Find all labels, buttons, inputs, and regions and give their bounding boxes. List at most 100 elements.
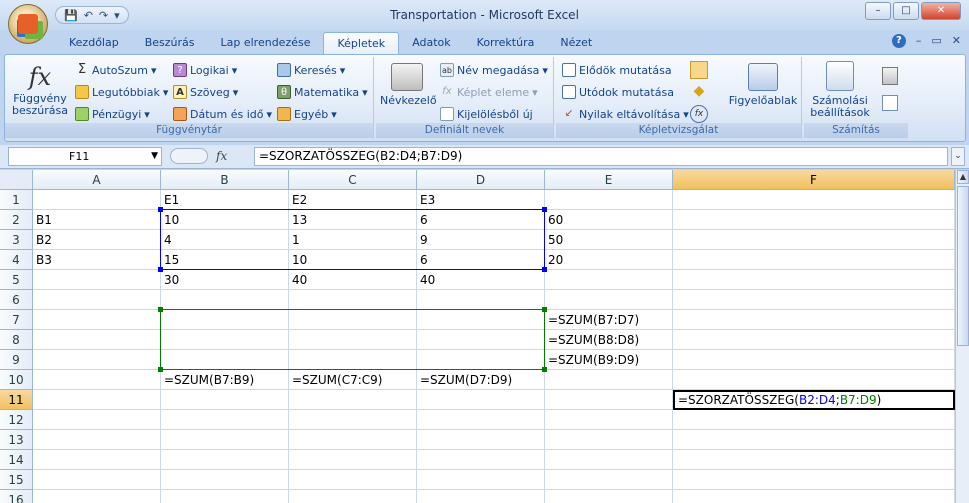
- cell-b1[interactable]: E1: [161, 190, 289, 210]
- cell-f13[interactable]: [673, 430, 955, 450]
- cell-a3[interactable]: B2: [33, 230, 161, 250]
- cell-c6[interactable]: [289, 290, 417, 310]
- cell-d7[interactable]: [417, 310, 545, 330]
- row-header-13[interactable]: 13: [0, 430, 33, 450]
- active-cell-f11[interactable]: =SZORZATÖSSZEG(B2:D4;B7:D9): [673, 390, 955, 410]
- vertical-scrollbar[interactable]: ▲: [955, 170, 969, 503]
- cell-e15[interactable]: [545, 470, 673, 490]
- cell-c9[interactable]: [289, 350, 417, 370]
- cell-f8[interactable]: [673, 330, 955, 350]
- cell-e10[interactable]: [545, 370, 673, 390]
- row-header-7[interactable]: 7: [0, 310, 33, 330]
- cell-c3[interactable]: 1: [289, 230, 417, 250]
- cell-f9[interactable]: [673, 350, 955, 370]
- range-highlight-b7-d9-handle[interactable]: [158, 367, 163, 372]
- row-header-2[interactable]: 2: [0, 210, 33, 230]
- tab-korrektura[interactable]: Korrektúra: [464, 32, 548, 54]
- math-button[interactable]: θ Matematika ▾: [277, 85, 368, 99]
- cell-f3[interactable]: [673, 230, 955, 250]
- recent-functions-button[interactable]: Legutóbbiak ▾: [75, 85, 168, 99]
- cell-e9[interactable]: =SZUM(B9:D9): [545, 350, 673, 370]
- cell-a8[interactable]: [33, 330, 161, 350]
- row-header-11[interactable]: 11: [0, 390, 33, 410]
- cell-b3[interactable]: 4: [161, 230, 289, 250]
- cell-c10[interactable]: =SZUM(C7:C9): [289, 370, 417, 390]
- cell-f12[interactable]: [673, 410, 955, 430]
- calculate-sheet-icon[interactable]: [882, 95, 898, 111]
- cell-b15[interactable]: [161, 470, 289, 490]
- cell-e3[interactable]: 50: [545, 230, 673, 250]
- remove-arrows-button[interactable]: ↙ Nyilak eltávolítása ▾: [562, 107, 689, 121]
- name-manager-button[interactable]: Névkezelő: [380, 63, 437, 107]
- tab-beszuras[interactable]: Beszúrás: [132, 32, 208, 54]
- use-in-formula-button[interactable]: fx Képlet eleme ▾: [440, 85, 537, 99]
- select-all-button[interactable]: [0, 170, 33, 190]
- text-button[interactable]: A Szöveg ▾: [173, 85, 238, 99]
- cell-b6[interactable]: [161, 290, 289, 310]
- range-highlight-b2-d4-handle[interactable]: [542, 267, 547, 272]
- row-header-12[interactable]: 12: [0, 410, 33, 430]
- cell-f10[interactable]: [673, 370, 955, 390]
- cell-e6[interactable]: [545, 290, 673, 310]
- cell-b7[interactable]: [161, 310, 289, 330]
- range-highlight-b7-d9-handle[interactable]: [542, 307, 547, 312]
- column-header-c[interactable]: C: [289, 170, 417, 190]
- workbook-close-button[interactable]: ✕: [952, 34, 961, 48]
- range-highlight-b7-d9-handle[interactable]: [542, 367, 547, 372]
- calculation-options-button[interactable]: Számolási beállítások: [808, 61, 872, 119]
- cell-c13[interactable]: [289, 430, 417, 450]
- more-functions-button[interactable]: Egyéb ▾: [277, 107, 337, 121]
- create-from-selection-button[interactable]: Kijelölésből új: [440, 107, 533, 121]
- cell-d9[interactable]: [417, 350, 545, 370]
- cell-d13[interactable]: [417, 430, 545, 450]
- define-name-button[interactable]: ab Név megadása ▾: [440, 63, 548, 77]
- cell-f4[interactable]: [673, 250, 955, 270]
- cell-d15[interactable]: [417, 470, 545, 490]
- range-highlight-b7-d9-handle[interactable]: [158, 307, 163, 312]
- cell-c1[interactable]: E2: [289, 190, 417, 210]
- show-formulas-button[interactable]: [690, 61, 708, 79]
- formula-bar-handle[interactable]: [170, 148, 208, 164]
- cell-e5[interactable]: [545, 270, 673, 290]
- cell-b12[interactable]: [161, 410, 289, 430]
- cell-d4[interactable]: 6: [417, 250, 545, 270]
- column-header-d[interactable]: D: [417, 170, 545, 190]
- cell-b11[interactable]: [161, 390, 289, 410]
- trace-dependents-button[interactable]: Utódok mutatása: [562, 85, 674, 99]
- cell-b4[interactable]: 15: [161, 250, 289, 270]
- tab-nezet[interactable]: Nézet: [547, 32, 605, 54]
- cell-a14[interactable]: [33, 450, 161, 470]
- cell-b5[interactable]: 30: [161, 270, 289, 290]
- cell-a5[interactable]: [33, 270, 161, 290]
- cell-f1[interactable]: [673, 190, 955, 210]
- chevron-down-icon[interactable]: ▼: [151, 148, 158, 165]
- office-button[interactable]: [8, 4, 48, 44]
- cell-f16[interactable]: [673, 490, 955, 503]
- cell-d11[interactable]: [417, 390, 545, 410]
- cell-d10[interactable]: =SZUM(D7:D9): [417, 370, 545, 390]
- tab-kepletek[interactable]: Képletek: [323, 32, 400, 54]
- calculate-now-icon[interactable]: [882, 67, 898, 85]
- tab-kezdolap[interactable]: Kezdőlap: [56, 32, 132, 54]
- cell-a11[interactable]: [33, 390, 161, 410]
- minimize-button[interactable]: –: [865, 2, 891, 20]
- cell-d16[interactable]: [417, 490, 545, 503]
- cell-a16[interactable]: [33, 490, 161, 503]
- row-header-3[interactable]: 3: [0, 230, 33, 250]
- cell-f2[interactable]: [673, 210, 955, 230]
- row-header-9[interactable]: 9: [0, 350, 33, 370]
- row-header-5[interactable]: 5: [0, 270, 33, 290]
- cell-c11[interactable]: [289, 390, 417, 410]
- trace-precedents-button[interactable]: Elődök mutatása: [562, 63, 672, 77]
- cell-e14[interactable]: [545, 450, 673, 470]
- cell-e2[interactable]: 60: [545, 210, 673, 230]
- cell-e11[interactable]: [545, 390, 673, 410]
- cell-c16[interactable]: [289, 490, 417, 503]
- error-checking-icon[interactable]: ◆: [690, 83, 708, 101]
- cell-a7[interactable]: [33, 310, 161, 330]
- cell-d2[interactable]: 6: [417, 210, 545, 230]
- cell-d8[interactable]: [417, 330, 545, 350]
- cell-a10[interactable]: [33, 370, 161, 390]
- cell-e1[interactable]: [545, 190, 673, 210]
- cell-c15[interactable]: [289, 470, 417, 490]
